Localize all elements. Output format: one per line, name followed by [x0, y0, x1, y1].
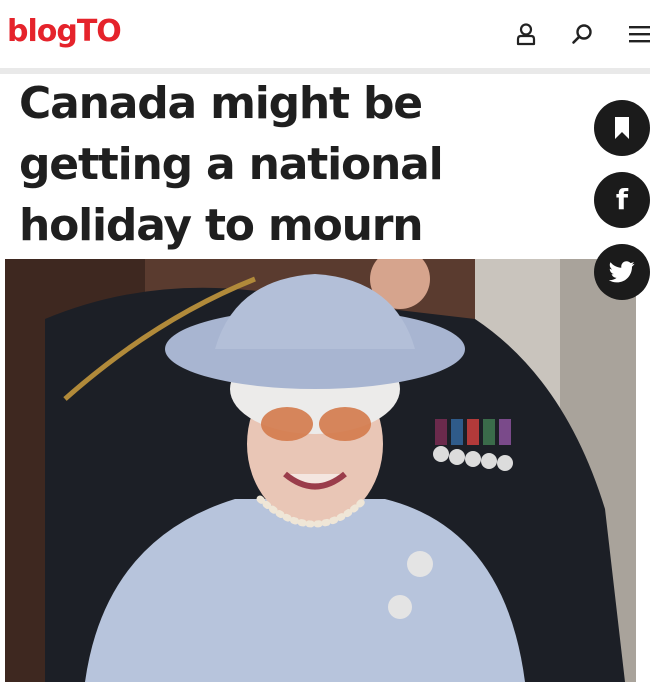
facebook-icon: f	[615, 183, 629, 216]
twitter-share-button[interactable]	[594, 244, 650, 300]
article-hero-image[interactable]	[5, 259, 636, 682]
facebook-share-button[interactable]: f	[594, 172, 650, 228]
menu-button[interactable]	[624, 18, 650, 50]
site-header: blogTO	[0, 0, 650, 68]
site-logo[interactable]: blogTO	[7, 14, 122, 49]
search-button[interactable]	[566, 18, 598, 50]
bookmark-icon	[615, 117, 629, 139]
twitter-icon	[609, 261, 635, 283]
account-button[interactable]	[510, 18, 542, 50]
account-icon	[516, 23, 536, 46]
bookmark-button[interactable]	[594, 100, 650, 156]
menu-icon	[629, 26, 650, 43]
search-icon	[572, 24, 592, 44]
